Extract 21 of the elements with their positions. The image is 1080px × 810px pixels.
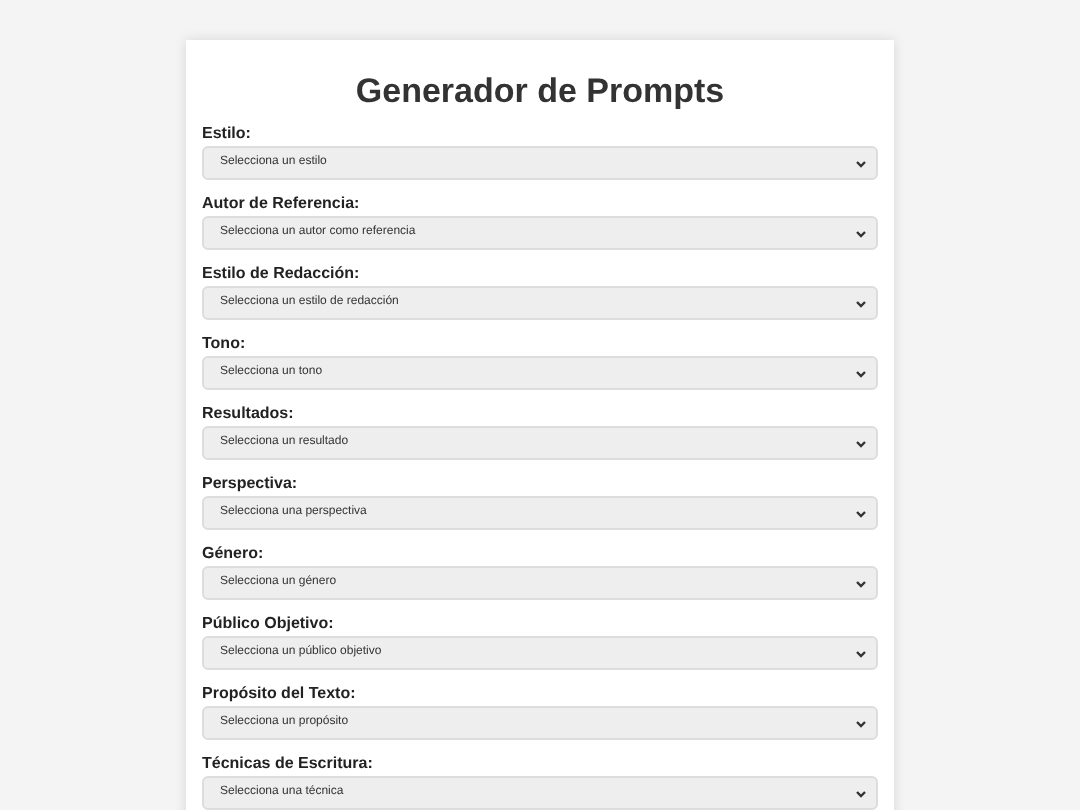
chevron-down-icon	[856, 789, 866, 797]
field-label: Resultados:	[202, 404, 296, 424]
chevron-down-icon	[856, 439, 866, 447]
field-label: Género:	[202, 544, 266, 564]
field-label: Estilo:	[202, 124, 253, 144]
field-label: Público Objetivo:	[202, 614, 336, 634]
field-label: Autor de Referencia:	[202, 194, 362, 214]
chevron-down-icon	[856, 299, 866, 307]
field-label: Perspectiva:	[202, 474, 300, 494]
chevron-down-icon	[856, 369, 866, 377]
chevron-down-icon	[856, 229, 866, 237]
field-label: Propósito del Texto:	[202, 684, 358, 704]
chevron-down-icon	[856, 159, 866, 167]
field-label: Estilo de Redacción:	[202, 264, 362, 284]
chevron-down-icon	[856, 579, 866, 587]
field-label: Tono:	[202, 334, 248, 354]
chevron-down-icon	[856, 719, 866, 727]
chevron-down-icon	[856, 649, 866, 657]
page-title: Generador de Prompts	[353, 72, 727, 112]
chevron-down-icon	[856, 509, 866, 517]
field-label: Técnicas de Escritura:	[202, 754, 375, 774]
